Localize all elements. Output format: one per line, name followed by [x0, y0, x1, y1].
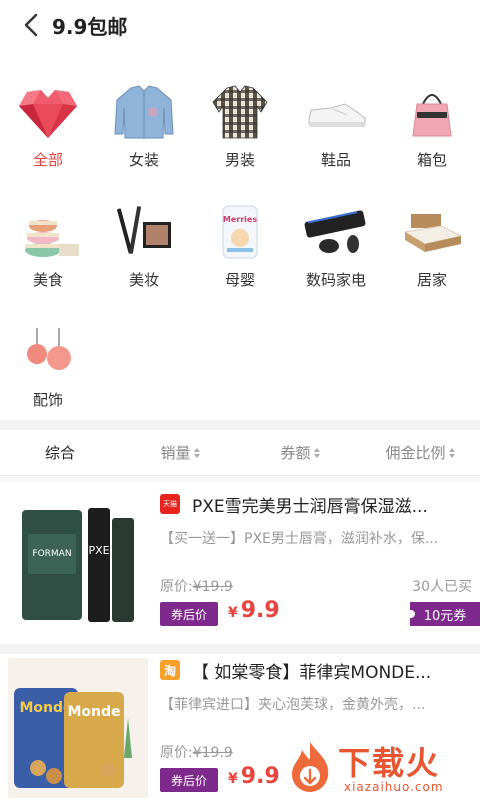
coupon-badge[interactable]: 10元券: [409, 602, 480, 626]
section-divider: [0, 420, 480, 430]
product-image: FORMAN PXE: [8, 494, 148, 634]
svg-text:Monde: Monde: [67, 704, 120, 720]
category-baby[interactable]: Merries 母婴: [192, 192, 288, 302]
earring-icon: [27, 328, 71, 370]
heart-gem-icon: [19, 90, 77, 138]
orig-value: ¥19.9: [192, 579, 233, 595]
category-label: 美食: [32, 271, 63, 289]
sort-label: 综合: [44, 444, 75, 462]
category-label: 配饰: [32, 391, 63, 409]
category-all[interactable]: 全部: [0, 72, 96, 182]
svg-text:Merries: Merries: [223, 215, 257, 224]
sort-commission-ratio[interactable]: 佣金比例: [360, 430, 480, 475]
product-title: 【 如棠零食】菲律宾MONDE...: [192, 663, 432, 683]
category-women[interactable]: 女装: [96, 72, 192, 182]
product-title: PXE雪完美男士润唇膏保湿滋...: [192, 497, 428, 517]
price: ¥9.9: [228, 598, 280, 623]
category-home[interactable]: 居家: [384, 192, 480, 302]
chevron-left-icon: [24, 13, 38, 37]
taobao-icon: 淘: [160, 660, 180, 680]
shop-badge-text: 淘: [163, 663, 176, 678]
sort-label: 销量: [160, 444, 191, 462]
back-button[interactable]: [18, 12, 44, 38]
product-desc: 【买一送一】PXE男士唇膏，滋润补水，保...: [160, 531, 439, 547]
makeup-icon: [117, 206, 171, 254]
sort-label: 佣金比例: [385, 444, 446, 462]
category-bags[interactable]: 箱包: [384, 72, 480, 182]
currency: ¥: [228, 771, 238, 787]
price-value: 9.9: [240, 598, 280, 623]
category-label: 母婴: [224, 271, 255, 289]
keyboard-icon: [304, 210, 366, 253]
category-label: 女装: [128, 151, 159, 169]
sort-sales[interactable]: 销量: [120, 430, 240, 475]
category-label: 数码家电: [305, 271, 366, 289]
product-card[interactable]: FORMAN PXE 天猫 PXE雪完美男士润唇膏保湿滋... 【买一送一】PX…: [0, 482, 480, 642]
shirt-icon: [212, 85, 268, 139]
watermark: 下载火 xiazaihuo.com: [282, 736, 478, 800]
page-title: 9.9包邮: [52, 14, 128, 39]
category-label: 全部: [32, 151, 63, 169]
sort-arrows-icon: [448, 447, 455, 459]
orig-label: 原价:: [160, 579, 193, 595]
tmall-icon: 天猫: [160, 494, 180, 514]
diaper-icon: Merries: [222, 205, 258, 259]
header: 9.9包邮: [0, 0, 480, 50]
category-label: 箱包: [416, 151, 447, 169]
category-label: 鞋品: [320, 151, 351, 169]
sort-arrows-icon: [313, 447, 320, 459]
category-accessories[interactable]: 配饰: [0, 312, 96, 422]
sort-bar: 综合 销量 券额 佣金比例: [0, 430, 480, 476]
macaron-icon: [25, 220, 79, 257]
original-price: 原价:¥19.9: [160, 742, 233, 762]
jacket-icon: [114, 85, 174, 139]
category-shoes[interactable]: 鞋品: [288, 72, 384, 182]
sort-coupon-amount[interactable]: 券额: [240, 430, 360, 475]
shop-badge-text: 天猫: [163, 500, 177, 508]
product-image: Monde Monde: [8, 658, 148, 798]
category-men[interactable]: 男装: [192, 72, 288, 182]
price-value: 9.9: [240, 764, 280, 789]
sort-label: 券额: [280, 444, 311, 462]
watermark-text: 下载火: [338, 744, 441, 782]
bed-icon: [403, 214, 463, 252]
sneaker-icon: [308, 103, 366, 127]
after-coupon-label: 券后价: [160, 602, 218, 626]
orig-value: ¥19.9: [192, 745, 233, 761]
currency: ¥: [228, 605, 238, 621]
category-makeup[interactable]: 美妆: [96, 192, 192, 302]
handbag-icon: [412, 94, 452, 137]
sort-arrows-icon: [193, 447, 200, 459]
category-digital[interactable]: 数码家电: [288, 192, 384, 302]
svg-text:PXE: PXE: [88, 544, 109, 557]
original-price: 原价:¥19.9: [160, 576, 233, 596]
after-coupon-label: 券后价: [160, 768, 218, 792]
category-label: 男装: [224, 151, 255, 169]
category-food[interactable]: 美食: [0, 192, 96, 302]
list-separator: [0, 644, 480, 654]
category-label: 居家: [416, 271, 447, 289]
sort-comprehensive[interactable]: 综合: [0, 430, 120, 475]
category-label: 美妆: [128, 271, 159, 289]
orig-label: 原价:: [160, 745, 193, 761]
product-desc: 【菲律宾进口】夹心泡芙球，金黄外壳，...: [160, 697, 426, 713]
flame-logo-icon: [292, 742, 329, 792]
watermark-url: xiazaihuo.com: [344, 780, 444, 794]
sold-count: 30人已买: [412, 579, 472, 595]
svg-text:FORMAN: FORMAN: [32, 549, 71, 559]
price: ¥9.9: [228, 764, 280, 789]
